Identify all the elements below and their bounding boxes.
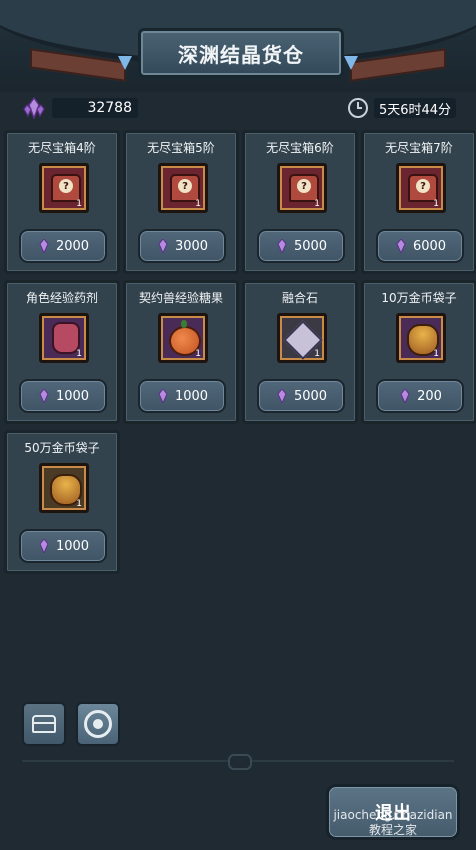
item-name: 角色经验药剂 [25,291,98,305]
item-price: 2000 [55,238,90,254]
abyss-crystal-icon [23,97,45,119]
shop-item-card[interactable]: 角色经验药剂 1 1000 [4,280,120,424]
shop-item-card[interactable]: 契约兽经验糖果 1 1000 [123,280,239,424]
item-name: 无尽宝箱7阶 [385,141,453,155]
item-icon-frame: ? 1 [396,163,446,213]
buy-button[interactable]: 1000 [138,379,226,413]
header-banner: 深渊结晶货仓 [0,0,476,92]
buy-button[interactable]: 200 [376,379,464,413]
divider-ornament [228,754,252,770]
treasure-chest-icon: ? [408,174,438,202]
item-name: 无尽宝箱4阶 [28,141,96,155]
item-price: 200 [417,388,442,404]
refresh-timer: 5天6时44分 [348,96,456,120]
crystal-price-icon [39,239,49,253]
item-icon-frame: ? 1 [158,163,208,213]
item-icon-frame: 1 [39,313,89,363]
buy-button[interactable]: 6000 [376,229,464,263]
item-name: 无尽宝箱6阶 [266,141,334,155]
item-name: 50万金币袋子 [24,441,100,455]
item-quantity: 1 [195,349,201,359]
item-price: 6000 [412,238,447,254]
item-price: 3000 [174,238,209,254]
crystal-balance-value: 32788 [52,98,138,118]
crystal-price-icon [158,389,168,403]
treasure-chest-icon: ? [51,174,81,202]
tab-crest[interactable] [76,702,120,746]
item-price: 1000 [55,538,90,554]
item-quantity: 1 [433,349,439,359]
item-icon-frame: ? 1 [277,163,327,213]
refresh-timer-value: 5天6时44分 [374,98,456,118]
treasure-chest-icon: ? [170,174,200,202]
item-icon-frame: 1 [158,313,208,363]
item-quantity: 1 [314,199,320,209]
shop-item-card[interactable]: 融合石 1 5000 [242,280,358,424]
buy-button[interactable]: 3000 [138,229,226,263]
item-name: 无尽宝箱5阶 [147,141,215,155]
watermark: jiaocheng.chazidian 教程之家 [333,808,453,837]
crystal-price-icon [396,239,406,253]
item-quantity: 1 [76,199,82,209]
crystal-price-icon [277,239,287,253]
buy-button[interactable]: 5000 [257,379,345,413]
buy-button[interactable]: 1000 [19,379,107,413]
item-quantity: 1 [314,349,320,359]
shop-item-card[interactable]: 无尽宝箱4阶 ? 1 2000 [4,130,120,274]
item-icon-frame: 1 [277,313,327,363]
shop-item-card[interactable]: 10万金币袋子 1 200 [361,280,476,424]
item-name: 10万金币袋子 [381,291,457,305]
shop-item-card[interactable]: 无尽宝箱7阶 ? 1 6000 [361,130,476,274]
buy-button[interactable]: 2000 [19,229,107,263]
crystal-decoration-icon [344,56,358,70]
item-icon-frame: ? 1 [39,163,89,213]
item-price: 1000 [174,388,209,404]
crystal-decoration-icon [118,56,132,70]
item-name: 融合石 [281,291,318,305]
buy-button[interactable]: 1000 [19,529,107,563]
clock-icon [348,98,368,118]
shop-item-card[interactable]: 无尽宝箱5阶 ? 1 3000 [123,130,239,274]
shop-item-card[interactable]: 无尽宝箱6阶 ? 1 5000 [242,130,358,274]
crystal-price-icon [158,239,168,253]
item-price: 5000 [293,238,328,254]
crystal-price-icon [400,389,410,403]
item-quantity: 1 [76,349,82,359]
item-quantity: 1 [76,499,82,509]
item-quantity: 1 [195,199,201,209]
chest-tab-icon [32,715,56,733]
item-name: 契约兽经验糖果 [138,291,223,305]
tab-chest[interactable] [22,702,66,746]
crystal-balance: 32788 [22,96,138,120]
buy-button[interactable]: 5000 [257,229,345,263]
shop-item-card[interactable]: 50万金币袋子 1 1000 [4,430,120,574]
crystal-price-icon [39,389,49,403]
crest-icon [84,710,112,738]
treasure-chest-icon: ? [289,174,319,202]
item-quantity: 1 [433,199,439,209]
page-title: 深渊结晶货仓 [138,28,344,78]
item-icon-frame: 1 [396,313,446,363]
item-price: 5000 [293,388,328,404]
crystal-price-icon [39,539,49,553]
crystal-price-icon [277,389,287,403]
item-icon-frame: 1 [39,463,89,513]
item-price: 1000 [55,388,90,404]
